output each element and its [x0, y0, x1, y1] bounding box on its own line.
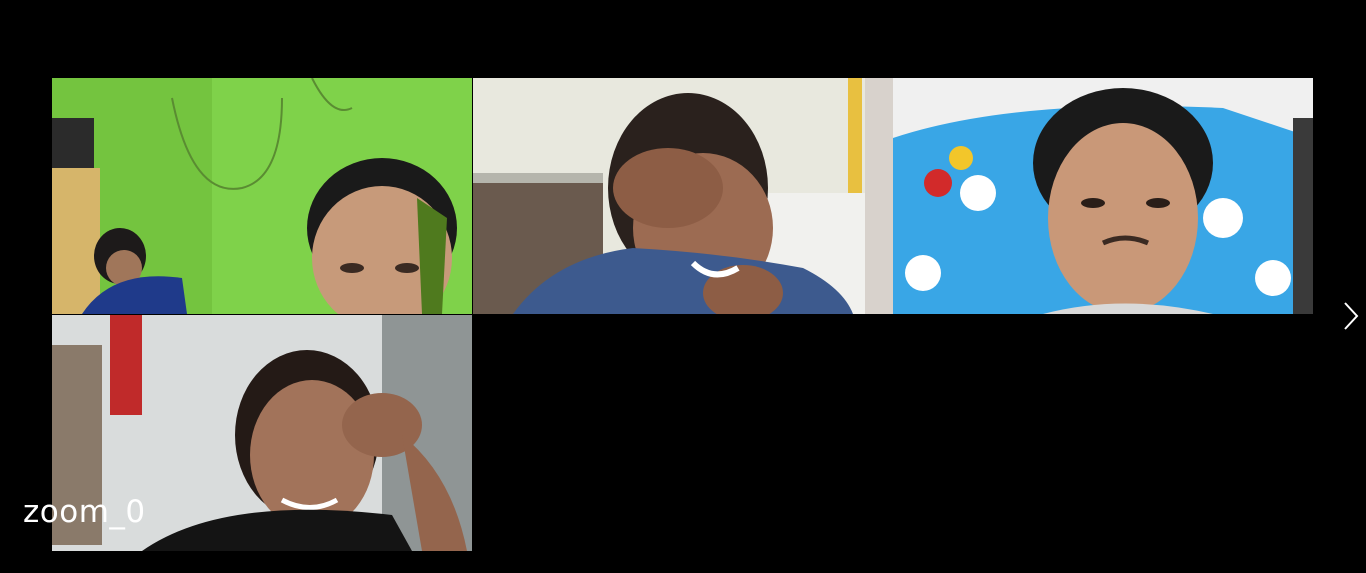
chevron-right-icon [1344, 302, 1359, 330]
participant-video-2-frame [473, 78, 893, 314]
participant-video-3[interactable] [893, 78, 1313, 314]
participant-video-3-frame [893, 78, 1313, 314]
next-page-button[interactable] [1339, 300, 1363, 332]
participant-video-2[interactable] [473, 78, 893, 314]
participant-video-1-frame [52, 78, 472, 314]
participant-video-1[interactable] [52, 78, 472, 314]
watermark-label: zoom_0 [23, 494, 146, 530]
gallery-view: zoom_0 [0, 0, 1366, 573]
